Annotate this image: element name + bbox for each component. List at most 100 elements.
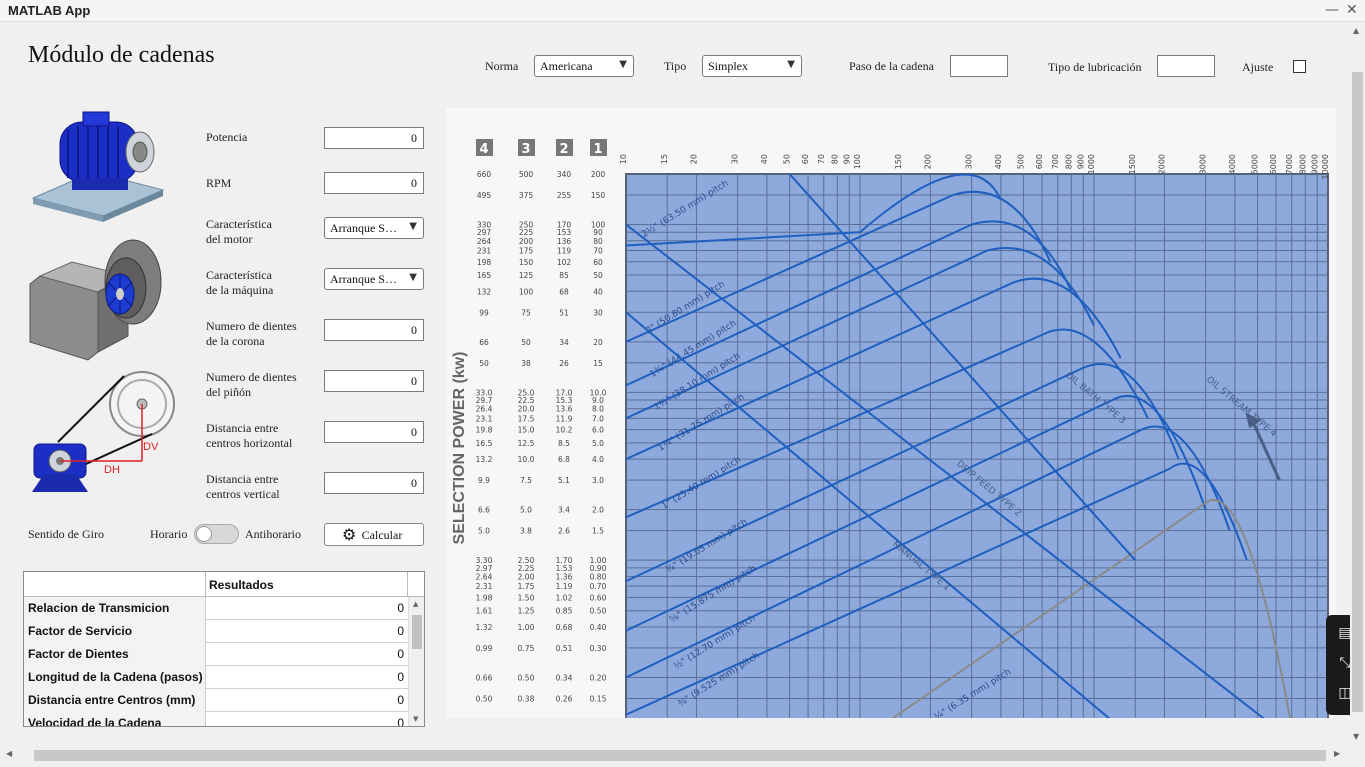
maquina-label-2: de la máquina: [206, 283, 274, 297]
window-horizontal-scrollbar[interactable]: ◀ ▶: [0, 746, 1350, 767]
ajuste-checkbox[interactable]: [1293, 60, 1306, 73]
y-tick-label: 13.2: [476, 455, 493, 464]
y-tick-label: 1.36: [556, 572, 573, 581]
y-tick-label: 13.6: [556, 405, 573, 414]
dv-label: DV: [143, 441, 159, 453]
calcular-button[interactable]: ⚙ Calcular: [324, 523, 424, 546]
window-titlebar: MATLAB App — ✕: [0, 0, 1365, 22]
y-tick-label: 150: [591, 191, 606, 200]
scroll-up-icon[interactable]: ▲: [1353, 26, 1359, 35]
gear-icon: ⚙: [342, 525, 357, 544]
window-vscroll-thumb[interactable]: [1352, 72, 1363, 712]
dh-label: DH: [104, 464, 120, 476]
table-row[interactable]: Longitud de la Cadena (pasos) 0: [24, 666, 408, 689]
y-tick-label: 68: [559, 287, 569, 296]
y-tick-label: 1.32: [476, 623, 493, 632]
y-tick-label: 500: [519, 170, 534, 179]
motor-label-2: del motor: [206, 232, 253, 246]
y-tick-label: 50: [479, 359, 489, 368]
y-tick-label: 0.50: [590, 607, 607, 616]
y-tick-label: 11.9: [556, 414, 573, 423]
motor-dropdown[interactable]: Arranque S… ▼: [324, 217, 424, 239]
y-tick-label: 1.02: [556, 593, 573, 602]
x-tick-label-top: 30: [731, 154, 740, 164]
chevron-down-icon: ▼: [409, 272, 417, 283]
y-tick-label: 38: [521, 359, 531, 368]
norma-value: Americana: [540, 59, 593, 73]
y-tick-label: 2.31: [476, 582, 493, 591]
y-tick-label: 1.25: [518, 607, 535, 616]
x-tick-label-top: 40: [760, 154, 769, 164]
y-tick-label: 1.61: [476, 607, 493, 616]
giro-label: Sentido de Giro: [28, 527, 104, 541]
y-tick-label: 3.0: [592, 476, 604, 485]
y-tick-label: 9.9: [478, 476, 490, 485]
scroll-right-icon[interactable]: ▶: [1334, 749, 1340, 758]
potencia-field[interactable]: 0: [324, 127, 424, 149]
lubricacion-label: Tipo de lubricación: [1048, 60, 1142, 74]
maquina-dropdown[interactable]: Arranque S… ▼: [324, 268, 424, 290]
pinon-teeth-field[interactable]: 0: [324, 370, 424, 392]
y-tick-label: 0.66: [476, 673, 493, 682]
y-tick-label: 119: [557, 247, 572, 256]
x-tick-label-top: 90: [842, 154, 851, 164]
paso-field[interactable]: [950, 55, 1008, 77]
calcular-button-label: Calcular: [361, 528, 403, 542]
vertical-distance-field[interactable]: 0: [324, 472, 424, 494]
table-scrollbar[interactable]: ▲ ▼: [408, 597, 424, 726]
y-tick-label: 15: [593, 359, 603, 368]
table-row[interactable]: Velocidad de la Cadena 0: [24, 712, 408, 726]
corona-label-1: Numero de dientes: [206, 319, 297, 333]
strand-header-label: 3: [521, 142, 530, 157]
scroll-left-icon[interactable]: ◀: [6, 749, 12, 758]
y-tick-label: 80: [593, 237, 603, 246]
table-scroll-thumb[interactable]: [412, 615, 422, 649]
y-tick-label: 50: [593, 271, 603, 280]
rpm-field[interactable]: 0: [324, 172, 424, 194]
x-tick-label-top: 8000: [1298, 154, 1307, 174]
corona-label-2: de la corona: [206, 334, 265, 348]
norma-dropdown[interactable]: Americana ▼: [534, 55, 634, 77]
lubricacion-field[interactable]: [1157, 55, 1215, 77]
giro-horario-label: Horario: [150, 527, 188, 541]
y-tick-label: 6.8: [558, 455, 570, 464]
rotation-toggle-switch[interactable]: [194, 524, 239, 544]
scroll-up-icon[interactable]: ▲: [413, 600, 418, 608]
table-row[interactable]: Distancia entre Centros (mm) 0: [24, 689, 408, 712]
maquina-label-1: Característica: [206, 268, 272, 282]
y-tick-label: 0.34: [556, 673, 573, 682]
y-tick-label: 200: [519, 237, 534, 246]
scroll-down-icon[interactable]: ▼: [1353, 732, 1359, 741]
corona-teeth-field[interactable]: 0: [324, 319, 424, 341]
x-tick-label-top: 4000: [1228, 154, 1237, 174]
window-hscroll-thumb[interactable]: [34, 750, 1326, 761]
chain-drive-diagram: DV DH: [32, 371, 175, 492]
window-vertical-scrollbar[interactable]: ▲ ▼: [1350, 22, 1365, 746]
x-tick-label-top: 800: [1064, 154, 1073, 169]
y-tick-label: 15.0: [518, 426, 535, 435]
y-tick-label: 175: [519, 247, 534, 256]
y-tick-label: 16.5: [476, 439, 493, 448]
y-tick-label: 60: [593, 258, 603, 267]
x-tick-label-top: 70: [817, 154, 826, 164]
x-tick-label-top: 500: [1017, 154, 1026, 169]
x-tick-label-top: 1500: [1128, 154, 1137, 174]
horizontal-distance-field[interactable]: 0: [324, 421, 424, 443]
maquina-value: Arranque S…: [330, 272, 397, 286]
results-table[interactable]: Resultados Relacion de Transmicion 0 Fact…: [23, 571, 425, 727]
table-row[interactable]: Factor de Servicio 0: [24, 620, 408, 643]
y-tick-label: 150: [519, 258, 534, 267]
results-header: Resultados: [206, 572, 408, 597]
y-tick-label: 0.26: [556, 694, 573, 703]
table-row[interactable]: Factor de Dientes 0: [24, 643, 408, 666]
norma-label: Norma: [485, 59, 519, 73]
x-tick-label-top: 200: [923, 154, 932, 169]
y-tick-label: 660: [477, 170, 492, 179]
strand-header-label: 4: [479, 142, 488, 157]
table-row[interactable]: Relacion de Transmicion 0: [24, 597, 408, 620]
scroll-down-icon[interactable]: ▼: [413, 715, 418, 723]
close-button[interactable]: ✕: [1346, 2, 1358, 18]
tipo-dropdown[interactable]: Simplex ▼: [702, 55, 802, 77]
y-tick-label: 125: [519, 271, 534, 280]
minimize-button[interactable]: —: [1325, 2, 1339, 18]
